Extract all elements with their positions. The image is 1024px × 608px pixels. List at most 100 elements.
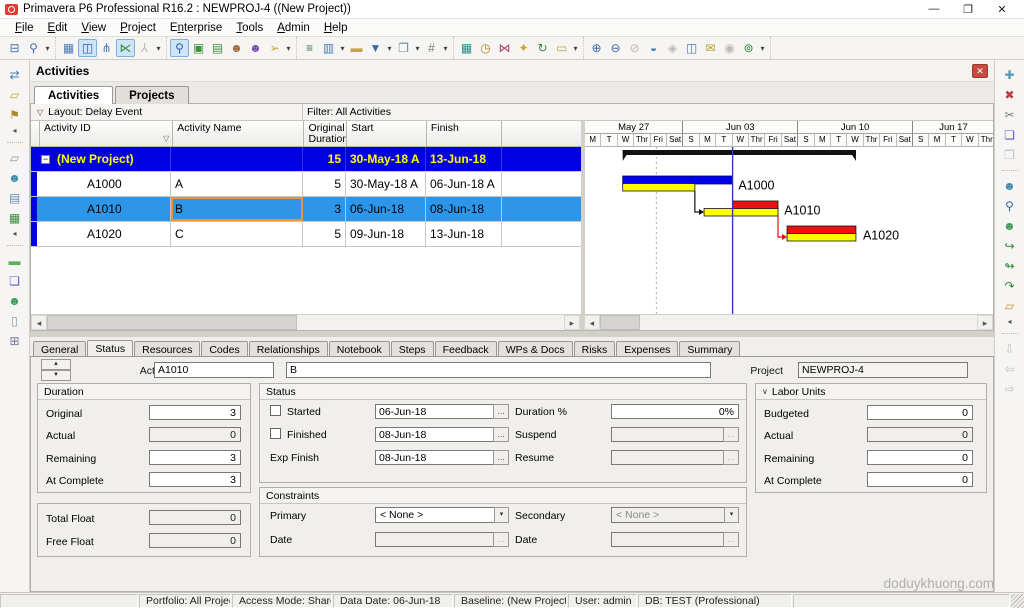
update-progress-icon[interactable]: ↻ [533,39,552,57]
usage-spreadsheet-icon[interactable]: ▦ [457,39,476,57]
assign-code-icon[interactable]: ↷ [1000,277,1020,294]
finish-cell[interactable]: 13-Jun-18 [426,147,502,171]
copy-icon[interactable]: ❏ [1000,126,1020,143]
menu-admin[interactable]: Admin [270,22,317,34]
project-summary-bar[interactable] [623,150,856,155]
resources-window-icon[interactable]: ☻ [227,39,246,57]
paste-icon[interactable]: ❐ [1000,146,1020,163]
add-activity-icon[interactable]: ✚ [1000,66,1020,83]
calculator-icon[interactable]: ⊞ [5,332,25,349]
delete-activity-icon[interactable]: ✖ [1000,86,1020,103]
exp-finish-browse-button[interactable]: … [493,450,509,465]
duration-pct-field[interactable] [611,404,739,419]
zoom-in-icon[interactable]: ⊕ [587,39,606,57]
started-date-field[interactable] [375,404,493,419]
column-header-finish[interactable]: Finish [427,121,503,147]
activity-name-field[interactable] [286,362,711,378]
activity-id-cell[interactable]: A1020 [37,222,171,246]
cut-icon[interactable]: ✂ [1000,106,1020,123]
activity-row-a1020[interactable]: A1020C509-Jun-1813-Jun-18 [31,222,581,247]
activity-id-field[interactable] [154,362,274,378]
details-tab-notebook[interactable]: Notebook [329,341,390,357]
original-duration-cell[interactable]: 15 [303,147,346,171]
next-activity-button[interactable]: ▼ [41,370,71,381]
details-tab-steps[interactable]: Steps [391,341,434,357]
tab-projects[interactable]: Projects [115,86,188,104]
level-resources-icon[interactable]: ⋈ [495,39,514,57]
finished-checkbox[interactable] [270,428,281,439]
details-tab-resources[interactable]: Resources [134,341,200,357]
progress-bar-icon[interactable]: ▬ [5,252,25,269]
original-duration-cell[interactable]: 5 [303,172,346,196]
details-tab-wps-docs[interactable]: WPs & Docs [498,341,573,357]
roles-window-icon[interactable]: ☻ [246,39,265,57]
activity-name-cell[interactable]: B [171,197,303,221]
forward-arrow-icon[interactable]: ⇨ [1000,380,1020,397]
open-folder-icon[interactable]: ▱ [5,86,25,103]
table-view-icon[interactable]: ▦ [59,39,78,57]
resources-icon[interactable]: ☻ [5,169,25,186]
close-button[interactable]: ✕ [985,3,1019,16]
assign-resource-icon[interactable]: ↪ [1000,237,1020,254]
column-header-activity-id[interactable]: Activity ID▽ [40,121,173,147]
gantt-chart-icon[interactable]: ◫ [78,39,97,57]
assign-role-icon[interactable]: ↬ [1000,257,1020,274]
menu-project[interactable]: Project [113,22,163,34]
details-tab-codes[interactable]: Codes [201,341,247,357]
search-icon[interactable]: ⚲ [170,39,189,57]
details-tab-general[interactable]: General [33,341,86,357]
finish-cell[interactable]: 06-Jun-18 A [426,172,502,196]
details-tab-expenses[interactable]: Expenses [616,341,678,357]
resource-role-icon[interactable]: ☻ [1000,217,1020,234]
primary-constraint-dropdown-button[interactable]: ▾ [494,507,509,523]
filter-section[interactable]: Filter: All Activities [303,104,993,120]
zoom-100-icon[interactable]: ⊘ [625,39,644,57]
filter-icon[interactable]: ▼ [366,39,385,57]
activity-codes-icon[interactable]: # [422,39,441,57]
wbs-folder-icon[interactable]: ▱ [5,149,25,166]
vertical-split-icon[interactable]: ◈ [663,39,682,57]
bookmark-icon[interactable]: ⚑ [5,106,25,123]
previous-activity-button[interactable]: ▲ [41,359,71,370]
A1000-baseline-bar[interactable] [623,184,695,192]
back-arrow-icon[interactable]: ⇦ [1000,360,1020,377]
projects-window-icon[interactable]: ▣ [189,39,208,57]
finished-date-field[interactable] [375,427,493,442]
collapse-right-icon[interactable]: ◂ [1000,317,1020,326]
help-icon[interactable]: ⊚ [739,39,758,57]
primary-constraint-dropdown[interactable]: < None > ▾ [375,507,509,523]
activity-id-cell[interactable]: A1010 [37,197,171,221]
column-header-original-duration[interactable]: Original Duration [304,121,347,147]
A1020-remaining-bar[interactable] [787,226,856,234]
activity-id-cell[interactable]: A1000 [37,172,171,196]
scroll-right-button[interactable]: ▸ [977,315,993,330]
gantt-hscrollbar[interactable]: ◂ ▸ [584,315,993,330]
group-sort-icon[interactable]: ≡ [300,39,319,57]
dropdown-arrow-icon[interactable]: ▾ [154,44,163,53]
print-icon[interactable]: ⊟ [5,39,24,57]
trace-logic-icon[interactable]: ⋉ [116,39,135,57]
scroll-left-button[interactable]: ◂ [584,315,600,330]
add-resource-icon[interactable]: ☻ [1000,177,1020,194]
menu-edit[interactable]: Edit [41,22,75,34]
scroll-down-arrow-icon[interactable]: ⇩ [1000,340,1020,357]
start-cell[interactable]: 06-Jun-18 [346,197,426,221]
scroll-thumb[interactable] [47,315,297,330]
scroll-track[interactable] [600,315,977,330]
column-header-start[interactable]: Start [347,121,427,147]
menu-tools[interactable]: Tools [229,22,270,34]
copy-layout-icon[interactable]: ❏ [5,272,25,289]
scroll-left-button[interactable]: ◂ [31,315,47,330]
collapse-left-icon[interactable]: ◂ [5,126,25,135]
exp-finish-date-field[interactable] [375,450,493,465]
scroll-thumb[interactable] [600,315,640,330]
dropdown-arrow-icon[interactable]: ▾ [284,44,293,53]
details-tab-risks[interactable]: Risks [574,341,616,357]
details-tab-relationships[interactable]: Relationships [249,341,328,357]
remaining-duration-field[interactable] [149,450,241,465]
original-duration-field[interactable] [149,405,241,420]
menu-file[interactable]: File [8,22,41,34]
activity-row-project[interactable]: −(New Project)1530-May-18 A13-Jun-18 [31,147,581,172]
comment-icon[interactable]: ✉ [701,39,720,57]
A1000-progress-bar[interactable] [623,176,733,184]
